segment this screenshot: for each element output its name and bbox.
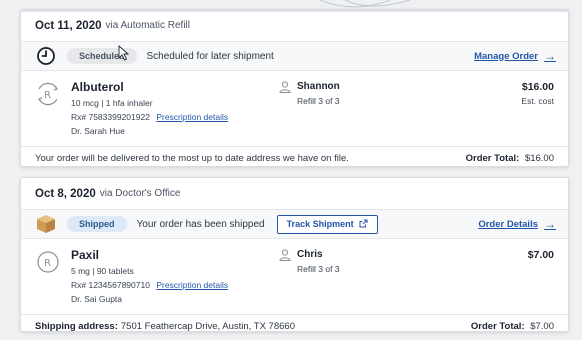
rx-number: Rx# 7583399201922 <box>71 112 150 122</box>
medication-dosage: 10 mcg | 1 hfa inhaler <box>71 98 153 108</box>
patient-info: Chris Refill 3 of 3 <box>279 248 340 276</box>
manage-order-label: Manage Order <box>474 50 538 62</box>
medication-row: R Albuterol 10 mcg | 1 hfa inhaler Rx# 7… <box>21 71 568 147</box>
status-badge: Shipped <box>67 216 127 232</box>
order-date: Oct 8, 2020 <box>35 187 96 200</box>
rx-line: Rx# 7583399201922 Prescription details <box>71 110 228 124</box>
rx-line: Rx# 1234567890710 Prescription details <box>71 278 228 292</box>
order-total: Order Total: $16.00 <box>466 153 554 164</box>
track-shipment-button[interactable]: Track Shipment <box>276 214 378 234</box>
order-status-row: Scheduled Scheduled for later shipment M… <box>21 42 568 71</box>
order-card-1: Oct 11, 2020 via Automatic Refill Schedu… <box>20 9 569 167</box>
medication-info: Paxil 5 mg | 90 tablets Rx# 123456789071… <box>71 247 228 306</box>
order-details-link[interactable]: Order Details → <box>478 217 556 231</box>
patient-info: Shannon Refill 3 of 3 <box>279 80 340 108</box>
refill-count: Refill 3 of 3 <box>297 96 340 106</box>
doctor-name: Dr. Sarah Hue <box>71 126 125 136</box>
svg-text:R: R <box>44 90 51 101</box>
shipping-address: 7501 Feathercap Drive, Austin, TX 78660 <box>120 320 295 332</box>
price: $16.00 <box>521 81 554 93</box>
order-total-label: Order Total: <box>470 320 525 332</box>
price-block: $16.00 Est. cost <box>521 80 554 108</box>
arrow-right-icon: → <box>544 49 556 63</box>
price-note: Est. cost <box>521 96 554 106</box>
order-footer: Shipping address: 7501 Feathercap Drive,… <box>21 315 568 337</box>
external-link-icon <box>359 219 368 230</box>
medication-row: R Paxil 5 mg | 90 tablets Rx# 1234567890… <box>21 239 568 315</box>
mouse-cursor-icon <box>118 44 130 66</box>
card-divider <box>21 10 568 12</box>
patient-name: Chris <box>297 249 323 260</box>
price-block: $7.00 <box>528 248 554 262</box>
order-total-value: $16.00 <box>524 152 554 164</box>
orders-page: Oct 11, 2020 via Automatic Refill Schedu… <box>0 0 582 340</box>
package-icon <box>35 213 57 235</box>
medication-info: Albuterol 10 mcg | 1 hfa inhaler Rx# 758… <box>71 79 228 138</box>
order-total: Order Total: $7.00 <box>471 321 554 332</box>
prescription-details-link[interactable]: Prescription details <box>156 112 228 122</box>
person-icon <box>279 81 291 97</box>
arrow-right-icon: → <box>544 217 556 231</box>
person-icon <box>279 249 291 265</box>
track-shipment-label: Track Shipment <box>286 219 354 229</box>
order-card-2: Oct 8, 2020 via Doctor's Office Shipped … <box>20 177 569 332</box>
rx-refill-icon: R <box>35 81 61 112</box>
shipping-address-label: Shipping address: <box>35 320 118 332</box>
delivery-note: Your order will be delivered to the most… <box>35 152 349 164</box>
refill-count: Refill 3 of 3 <box>297 264 340 274</box>
rx-icon: R <box>35 249 61 280</box>
order-footer: Your order will be delivered to the most… <box>21 147 568 169</box>
patient-name: Shannon <box>297 81 340 92</box>
order-header: Oct 11, 2020 via Automatic Refill <box>21 10 568 42</box>
price: $7.00 <box>527 249 554 261</box>
order-date: Oct 11, 2020 <box>35 19 102 32</box>
order-status-row: Shipped Your order has been shipped Trac… <box>21 210 568 239</box>
manage-order-link[interactable]: Manage Order → <box>474 49 556 63</box>
prescription-details-link[interactable]: Prescription details <box>156 280 228 290</box>
order-total-value: $7.00 <box>530 320 554 332</box>
rx-number: Rx# 1234567890710 <box>71 280 150 290</box>
order-total-label: Order Total: <box>465 152 520 164</box>
medication-dosage: 5 mg | 90 tablets <box>71 266 134 276</box>
clock-icon <box>35 45 57 67</box>
order-source: via Automatic Refill <box>105 20 190 31</box>
svg-text:R: R <box>44 258 51 269</box>
order-details-label: Order Details <box>478 218 538 230</box>
order-source: via Doctor's Office <box>99 188 181 199</box>
medication-name: Paxil <box>71 248 100 262</box>
order-header: Oct 8, 2020 via Doctor's Office <box>21 178 568 210</box>
doctor-name: Dr. Sai Gupta <box>71 294 123 304</box>
medication-name: Albuterol <box>71 80 124 94</box>
status-text: Your order has been shipped <box>136 218 265 230</box>
status-text: Scheduled for later shipment <box>146 50 274 62</box>
